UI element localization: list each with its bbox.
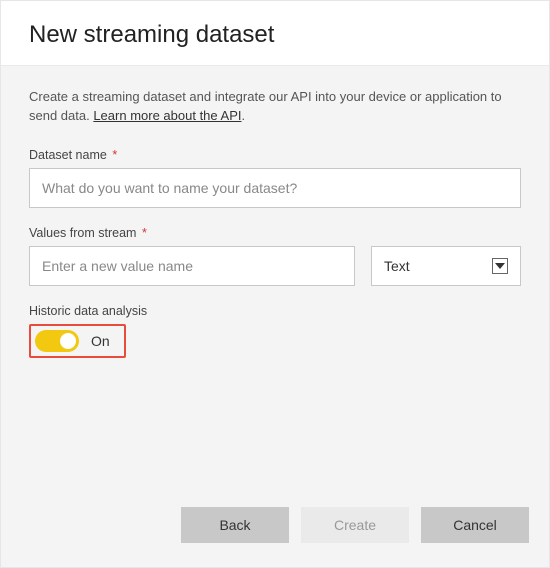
learn-more-link[interactable]: Learn more about the API [93,108,241,123]
chevron-down-icon [492,258,508,274]
dialog-title: New streaming dataset [29,21,521,49]
toggle-knob [60,333,76,349]
create-button[interactable]: Create [301,507,409,543]
value-type-selected: Text [384,258,492,274]
values-row: Text [29,246,521,286]
values-label-text: Values from stream [29,226,136,240]
back-button[interactable]: Back [181,507,289,543]
new-streaming-dataset-dialog: New streaming dataset Create a streaming… [0,0,550,568]
historic-data-field: Historic data analysis On [29,304,521,358]
dataset-name-label: Dataset name * [29,148,521,162]
intro-suffix: . [241,108,245,123]
dataset-name-label-text: Dataset name [29,148,107,162]
cancel-button[interactable]: Cancel [421,507,529,543]
historic-toggle-state: On [91,333,110,349]
values-from-stream-field: Values from stream * Text [29,226,521,286]
dialog-body: Create a streaming dataset and integrate… [1,65,549,491]
value-type-select[interactable]: Text [371,246,521,286]
dataset-name-field: Dataset name * [29,148,521,208]
values-from-stream-label: Values from stream * [29,226,521,240]
required-mark: * [112,148,117,162]
required-mark: * [142,226,147,240]
historic-toggle[interactable] [35,330,79,352]
dialog-header: New streaming dataset [1,1,549,65]
dataset-name-input[interactable] [29,168,521,208]
historic-data-label: Historic data analysis [29,304,521,318]
intro-text: Create a streaming dataset and integrate… [29,88,521,126]
historic-toggle-highlight: On [29,324,126,358]
dialog-footer: Back Create Cancel [1,491,549,567]
value-name-input[interactable] [29,246,355,286]
